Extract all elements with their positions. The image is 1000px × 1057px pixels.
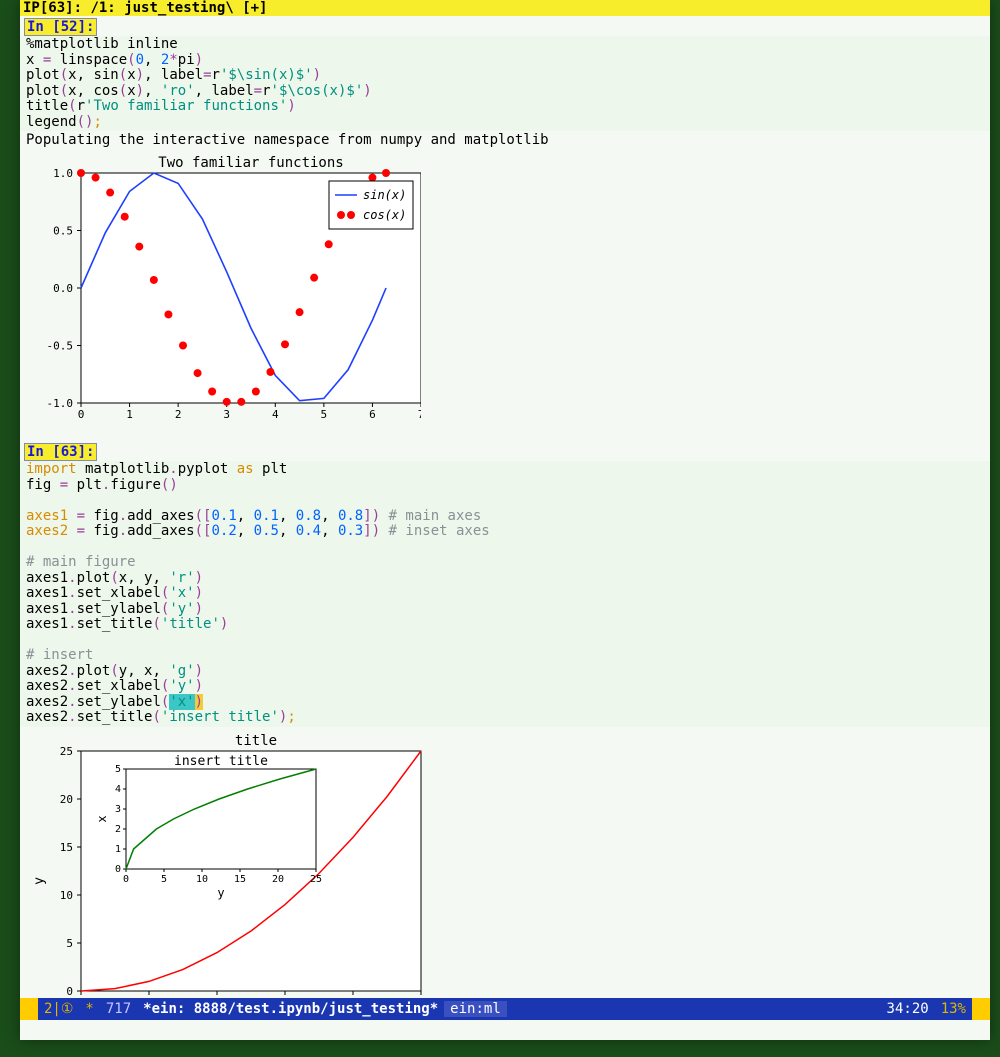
window-titlebar: IP[63]: /1: just_testing\ [+] — [20, 0, 990, 16]
svg-text:0.0: 0.0 — [53, 282, 73, 295]
statusbar-workspace-icons[interactable]: 2|① — [38, 1001, 79, 1017]
svg-text:0: 0 — [66, 985, 73, 998]
titlebar-workspace: /1: — [90, 0, 115, 16]
svg-text:2: 2 — [115, 824, 121, 835]
svg-text:7: 7 — [418, 408, 421, 421]
svg-text:5: 5 — [321, 408, 328, 421]
cell-2-prompt: In [63]: — [24, 443, 97, 461]
statusbar-percent: 13% — [935, 1001, 972, 1017]
statusbar-mode: ein:ml — [444, 1001, 507, 1017]
svg-text:1: 1 — [126, 408, 133, 421]
svg-text:Two familiar functions: Two familiar functions — [158, 155, 343, 171]
svg-text:x: x — [95, 815, 109, 822]
svg-text:20: 20 — [60, 793, 73, 806]
cursor: ) — [195, 694, 203, 710]
svg-text:3: 3 — [115, 804, 121, 815]
statusbar-position: 34:20 — [881, 1001, 935, 1017]
titlebar-buffer-name: just_testing\ [+] — [124, 0, 267, 16]
statusbar-buffer[interactable]: *ein: 8888/test.ipynb/just_testing* — [137, 1001, 444, 1017]
statusbar-indicator-right — [972, 998, 990, 1020]
titlebar-prefix: IP[63]: — [23, 0, 82, 16]
cell-1-prompt: In [52]: — [24, 18, 97, 36]
cell-2: In [63]: import matplotlib.pyplot as plt… — [20, 443, 990, 998]
svg-text:5: 5 — [66, 937, 73, 950]
svg-text:15: 15 — [234, 874, 246, 885]
cell-1-output-text: Populating the interactive namespace fro… — [20, 131, 990, 149]
chart-2: title 0510152025012345 x y insert title … — [20, 727, 990, 999]
statusbar: 2|① * 717 *ein: 8888/test.ipynb/just_tes… — [20, 998, 990, 1020]
cursor-region: 'x' — [169, 694, 194, 710]
svg-text:y: y — [217, 886, 224, 900]
svg-text:4: 4 — [115, 784, 121, 795]
svg-text:15: 15 — [60, 841, 73, 854]
svg-text:3: 3 — [223, 408, 230, 421]
cell-1-code[interactable]: %matplotlib inline x = linspace(0, 2*pi)… — [20, 36, 990, 131]
svg-text:1: 1 — [115, 844, 121, 855]
statusbar-star: * — [79, 1001, 99, 1017]
svg-text:20: 20 — [272, 874, 284, 885]
svg-text:-1.0: -1.0 — [47, 397, 74, 410]
minibuffer[interactable] — [20, 1020, 990, 1040]
statusbar-number: 717 — [100, 1001, 137, 1017]
svg-text:-0.5: -0.5 — [47, 340, 74, 353]
svg-text:4: 4 — [272, 408, 279, 421]
svg-text:0: 0 — [115, 864, 121, 875]
cell-2-code[interactable]: import matplotlib.pyplot as plt fig = pl… — [20, 461, 990, 727]
svg-text:25: 25 — [310, 874, 322, 885]
svg-text:10: 10 — [196, 874, 208, 885]
svg-text:10: 10 — [60, 889, 73, 902]
svg-text:0: 0 — [123, 874, 129, 885]
svg-text:sin(x): sin(x) — [363, 188, 406, 202]
chart-1: Two familiar functions -1.0 -0.5 0.0 0.5 1.0… — [20, 149, 990, 437]
svg-text:6: 6 — [369, 408, 376, 421]
cell-1: In [52]: %matplotlib inline x = linspace… — [20, 18, 990, 437]
document-area[interactable]: In [52]: %matplotlib inline x = linspace… — [20, 16, 990, 998]
svg-text:1.0: 1.0 — [53, 167, 73, 180]
svg-text:5: 5 — [161, 874, 167, 885]
svg-text:cos(x): cos(x) — [363, 208, 406, 222]
svg-text:insert title: insert title — [174, 754, 268, 769]
svg-text:title: title — [235, 733, 277, 749]
svg-text:2: 2 — [175, 408, 182, 421]
svg-text:0: 0 — [78, 408, 85, 421]
statusbar-indicator-left — [20, 998, 38, 1020]
svg-text:5: 5 — [115, 764, 121, 775]
svg-text:25: 25 — [60, 745, 73, 758]
editor-frame: IP[63]: /1: just_testing\ [+] In [52]: %… — [20, 0, 990, 1040]
svg-text:y: y — [32, 876, 47, 884]
svg-text:0.5: 0.5 — [53, 225, 73, 238]
